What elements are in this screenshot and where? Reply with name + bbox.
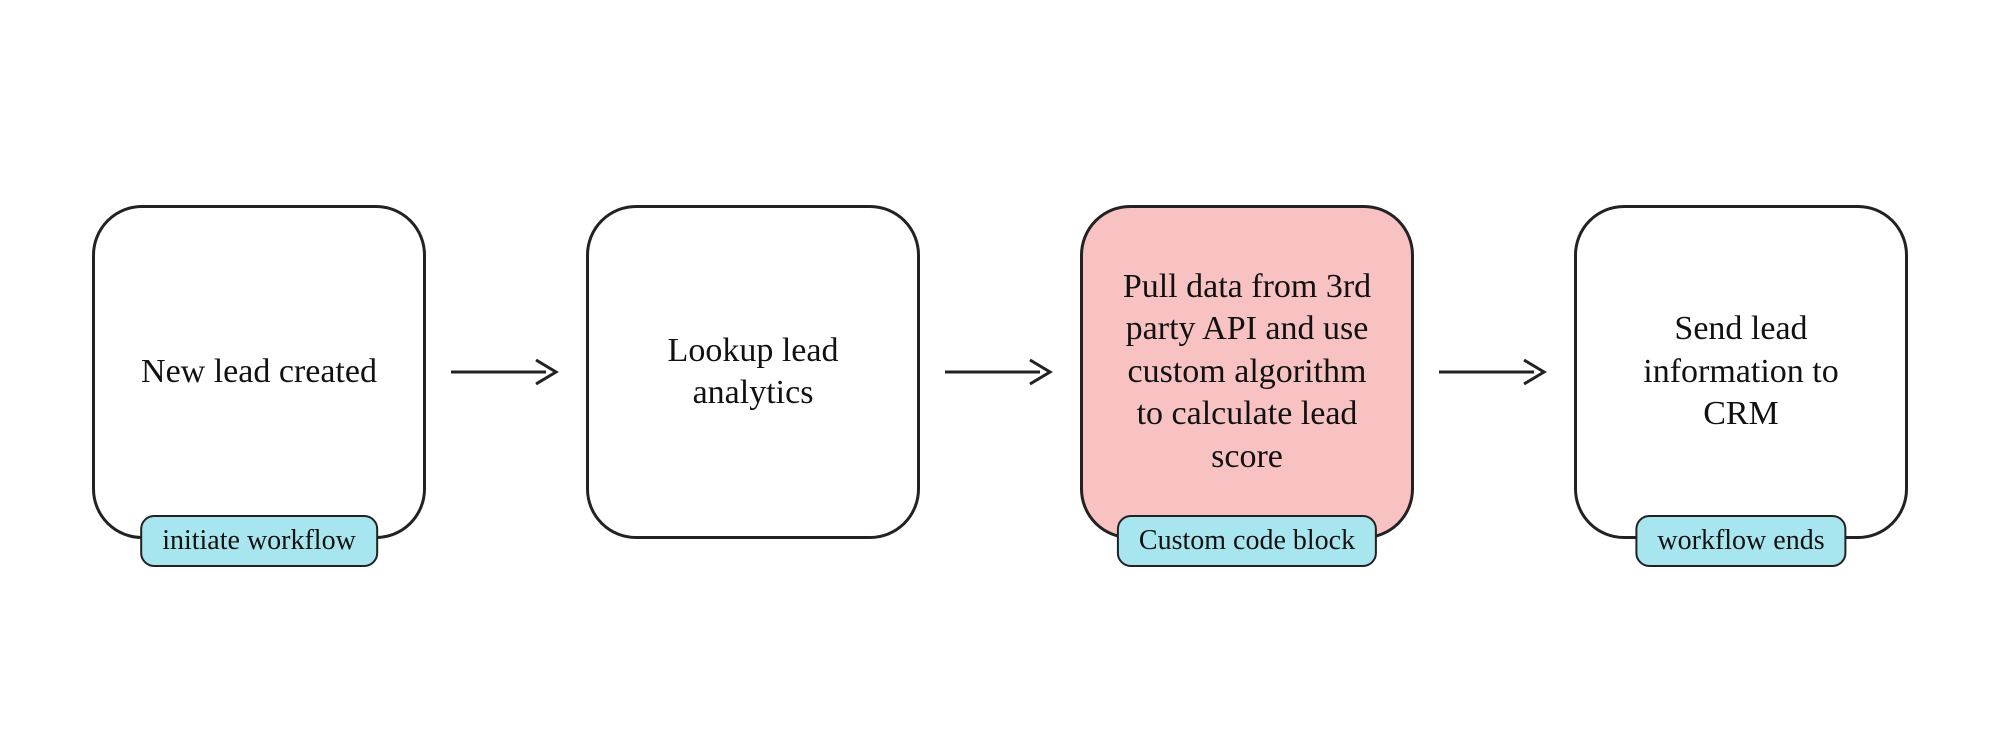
step-2: Lookup lead analytics: [586, 205, 920, 539]
step-2-box: Lookup lead analytics: [586, 205, 920, 539]
step-3-box: Pull data from 3rd party API and use cus…: [1080, 205, 1414, 539]
step-4-badge: workflow ends: [1635, 515, 1846, 567]
step-1-box: New lead created: [92, 205, 426, 539]
workflow-diagram: New lead created initiate workflow Looku…: [92, 205, 1908, 539]
step-1: New lead created initiate workflow: [92, 205, 426, 539]
arrow-icon: [940, 352, 1060, 392]
step-1-badge: initiate workflow: [140, 515, 378, 567]
step-2-text: Lookup lead analytics: [617, 330, 889, 415]
step-4-text: Send lead information to CRM: [1605, 308, 1877, 436]
arrow-icon: [446, 352, 566, 392]
step-3-badge: Custom code block: [1117, 515, 1377, 567]
arrow-icon: [1434, 352, 1554, 392]
step-3-text: Pull data from 3rd party API and use cus…: [1111, 266, 1383, 479]
step-4-box: Send lead information to CRM: [1574, 205, 1908, 539]
step-1-text: New lead created: [141, 351, 377, 394]
step-3: Pull data from 3rd party API and use cus…: [1080, 205, 1414, 539]
step-4: Send lead information to CRM workflow en…: [1574, 205, 1908, 539]
